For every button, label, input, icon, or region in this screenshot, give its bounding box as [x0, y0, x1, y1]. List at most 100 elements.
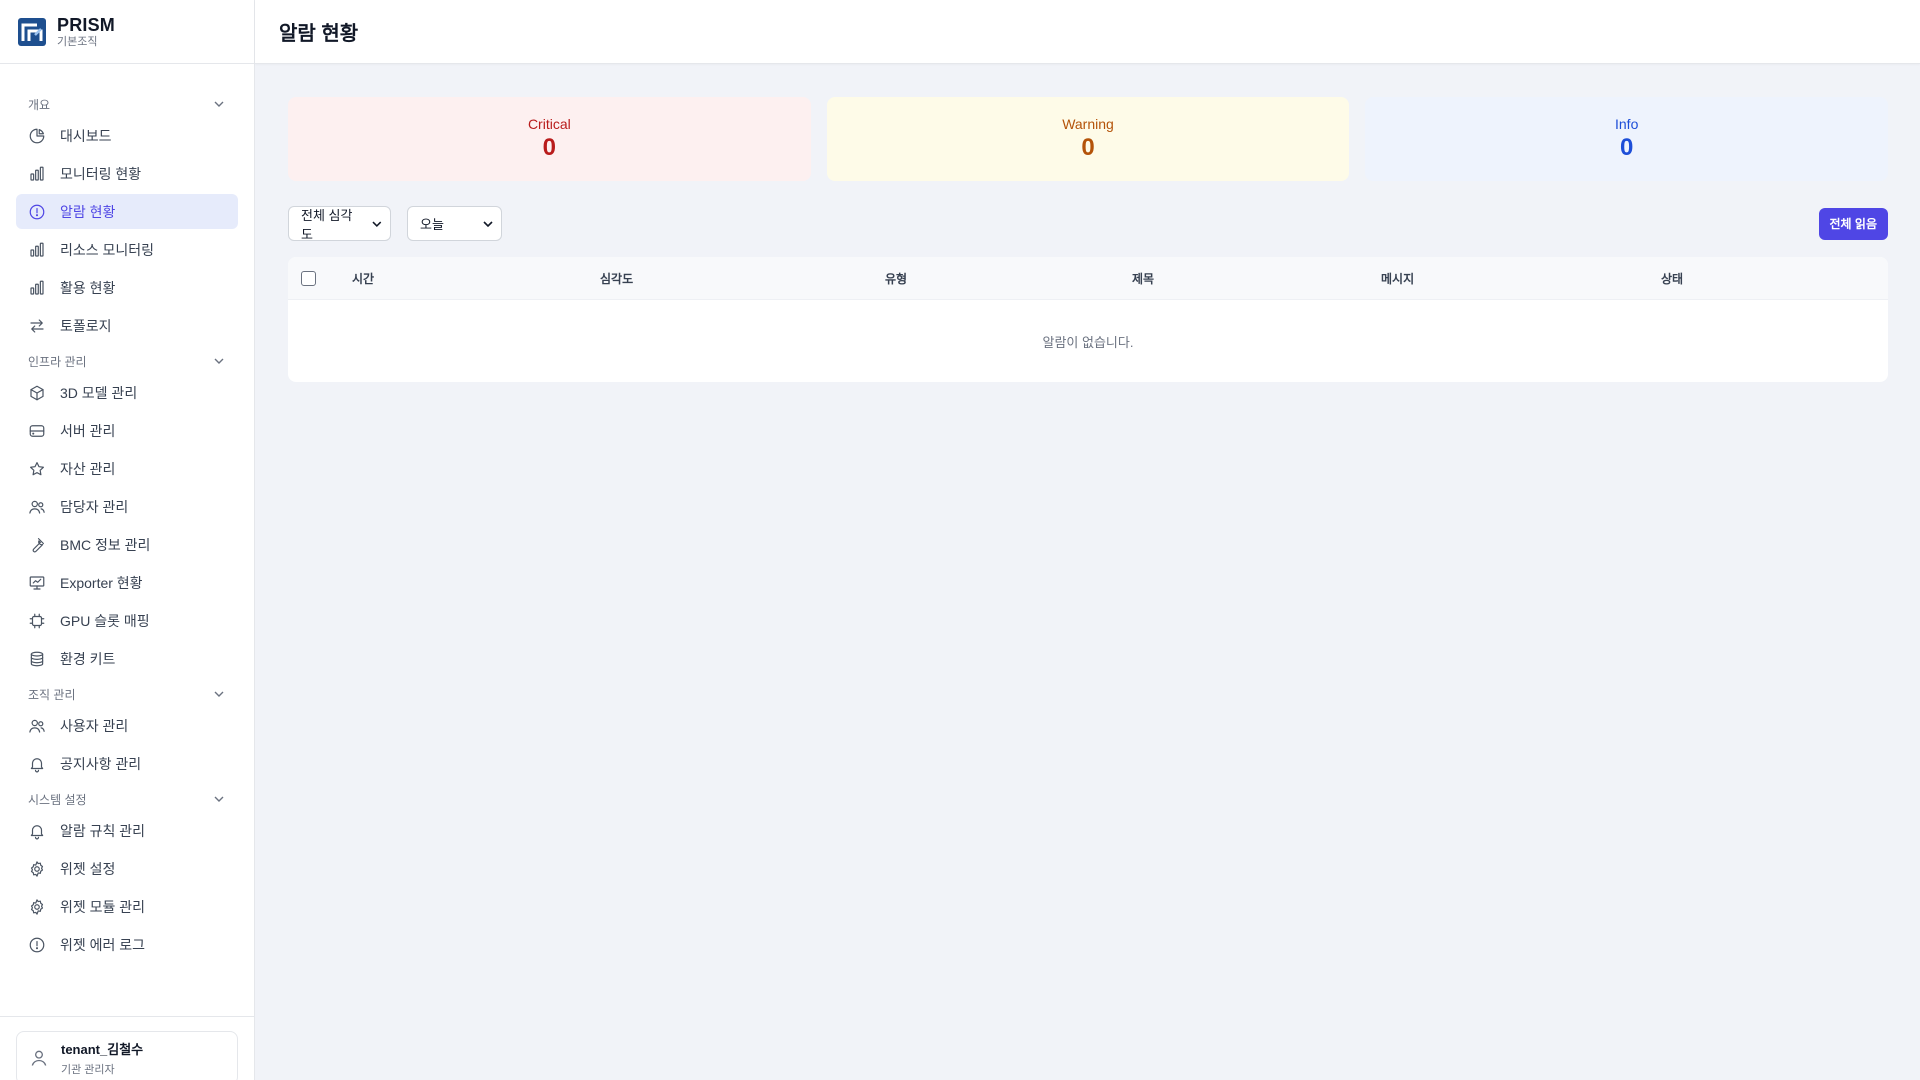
- sidebar-item-label: 위젯 모듈 관리: [60, 898, 146, 915]
- sidebar-item-label: 리소스 모니터링: [60, 241, 155, 258]
- column-header-message[interactable]: 메시지: [1381, 270, 1661, 287]
- chevron-down-icon: [214, 101, 224, 107]
- sidebar-section-header[interactable]: 인프라 관리: [0, 347, 254, 375]
- sidebar-item[interactable]: 위젯 모듈 관리: [16, 889, 238, 924]
- sidebar-item[interactable]: 서버 관리: [16, 413, 238, 448]
- critical-stat-card[interactable]: Critical 0: [288, 97, 811, 181]
- database-icon: [28, 650, 46, 668]
- gear-icon: [28, 860, 46, 878]
- column-header-title[interactable]: 제목: [1132, 270, 1381, 287]
- chevron-down-icon: [214, 796, 224, 802]
- chevron-down-icon: [214, 691, 224, 697]
- column-header-severity[interactable]: 심각도: [600, 270, 885, 287]
- presentation-chart-icon: [28, 574, 46, 592]
- sidebar-item[interactable]: 공지사항 관리: [16, 746, 238, 781]
- sidebar-item-label: 환경 키트: [60, 650, 116, 667]
- warning-stat-card[interactable]: Warning 0: [826, 97, 1350, 181]
- sidebar-item[interactable]: Exporter 현황: [16, 565, 238, 600]
- column-header-type[interactable]: 유형: [885, 270, 1132, 287]
- user-name: tenant_김철수: [61, 1042, 144, 1057]
- user-card[interactable]: tenant_김철수 기관 관리자: [16, 1031, 238, 1080]
- sidebar-item-label: 모니터링 현황: [60, 165, 142, 182]
- main-content: Critical 0 Warning 0 Info 0 전체 심각도 오늘 전체…: [288, 97, 1889, 382]
- select-all-cell: [288, 270, 352, 286]
- sidebar-item-label: 알람 규칙 관리: [60, 822, 146, 839]
- pie-chart-icon: [28, 127, 46, 145]
- chevron-down-icon: [214, 358, 224, 364]
- swap-arrows-icon: [28, 317, 46, 335]
- sidebar-item[interactable]: 대시보드: [16, 118, 238, 153]
- bell-icon: [28, 822, 46, 840]
- sidebar-item[interactable]: GPU 슬롯 매핑: [16, 603, 238, 638]
- sidebar-item[interactable]: 알람 규칙 관리: [16, 813, 238, 848]
- sidebar-item-label: 사용자 관리: [60, 717, 129, 734]
- sidebar-item[interactable]: BMC 정보 관리: [16, 527, 238, 562]
- topbar: 알람 현황: [255, 0, 1920, 64]
- section-title: 인프라 관리: [28, 354, 87, 369]
- sidebar-footer: tenant_김철수 기관 관리자: [0, 1016, 254, 1080]
- sidebar-item-label: 대시보드: [60, 127, 112, 144]
- sidebar-item-label: Exporter 현황: [60, 574, 143, 591]
- sidebar-item[interactable]: 활용 현황: [16, 270, 238, 305]
- severity-select-value: 전체 심각도: [301, 207, 353, 242]
- empty-state-text: 알람이 없습니다.: [1042, 334, 1134, 350]
- user-role: 기관 관리자: [61, 1064, 115, 1076]
- chevron-down-icon: [372, 221, 382, 227]
- sidebar-nav: 개요대시보드모니터링 현황알람 현황리소스 모니터링활용 현황 토폴로지인프라 관…: [0, 64, 254, 962]
- sidebar-item[interactable]: 3D 모델 관리: [16, 375, 238, 410]
- users-icon: [28, 717, 46, 735]
- brand-name: PRISM: [57, 14, 116, 35]
- alarm-table: 시간 심각도 유형 제목 메시지 상태 알람이 없습니다.: [288, 257, 1888, 382]
- sidebar: PRISM 기본조직 개요대시보드모니터링 현황알람 현황리소스 모니터링활용 …: [0, 0, 255, 1080]
- column-header-status[interactable]: 상태: [1661, 270, 1683, 287]
- info-label: Info: [1615, 116, 1639, 132]
- star-icon: [28, 460, 46, 478]
- sidebar-item[interactable]: 환경 키트: [16, 641, 238, 676]
- sidebar-item[interactable]: 모니터링 현황: [16, 156, 238, 191]
- period-select[interactable]: 오늘: [407, 206, 502, 241]
- section-title: 시스템 설정: [28, 792, 87, 807]
- read-all-button[interactable]: 전체 읽음: [1818, 207, 1888, 240]
- sidebar-item[interactable]: 담당자 관리: [16, 489, 238, 524]
- brand-org: 기본조직: [57, 35, 98, 48]
- sidebar-item[interactable]: 알람 현황: [16, 194, 238, 229]
- alert-circle-icon: [28, 203, 46, 221]
- select-all-checkbox[interactable]: [301, 270, 316, 286]
- page-title: 알람 현황: [279, 23, 359, 45]
- user-icon: [31, 1050, 47, 1066]
- sidebar-item[interactable]: 자산 관리: [16, 451, 238, 486]
- chip-icon: [28, 612, 46, 630]
- table-header: 시간 심각도 유형 제목 메시지 상태: [288, 257, 1888, 300]
- sidebar-item[interactable]: 사용자 관리: [16, 708, 238, 743]
- server-icon: [28, 422, 46, 440]
- info-stat-card[interactable]: Info 0: [1365, 97, 1889, 181]
- sidebar-item[interactable]: 리소스 모니터링: [16, 232, 238, 267]
- sidebar-item[interactable]: 토폴로지: [16, 308, 238, 343]
- sidebar-item-label: 위젯 에러 로그: [60, 936, 146, 953]
- sidebar-item[interactable]: 위젯 설정: [16, 851, 238, 886]
- alert-circle-icon: [28, 936, 46, 954]
- sidebar-section-header[interactable]: 시스템 설정: [0, 785, 254, 813]
- brand[interactable]: PRISM 기본조직: [0, 0, 254, 64]
- cube-icon: [28, 384, 46, 402]
- period-select-value: 오늘: [420, 217, 444, 232]
- section-title: 개요: [28, 97, 51, 112]
- warning-count: 0: [1081, 134, 1095, 161]
- column-header-time[interactable]: 시간: [352, 270, 600, 287]
- sidebar-item-label: 위젯 설정: [60, 860, 116, 877]
- sidebar-item-label: 알람 현황: [60, 203, 116, 220]
- sidebar-item[interactable]: 위젯 에러 로그: [16, 927, 238, 962]
- prism-logo-icon: [18, 17, 46, 46]
- bar-chart-icon: [28, 241, 46, 259]
- severity-select[interactable]: 전체 심각도: [288, 206, 391, 242]
- users-icon: [28, 498, 46, 516]
- sidebar-item-label: BMC 정보 관리: [60, 536, 151, 553]
- sidebar-item-label: GPU 슬롯 매핑: [60, 612, 150, 629]
- info-count: 0: [1620, 134, 1634, 161]
- critical-label: Critical: [527, 116, 571, 132]
- gear-icon: [28, 898, 46, 916]
- sidebar-section-header[interactable]: 개요: [0, 90, 254, 118]
- sidebar-item-label: 자산 관리: [60, 460, 116, 477]
- sidebar-section-header[interactable]: 조직 관리: [0, 680, 254, 708]
- sidebar-item-label: 담당자 관리: [60, 498, 129, 515]
